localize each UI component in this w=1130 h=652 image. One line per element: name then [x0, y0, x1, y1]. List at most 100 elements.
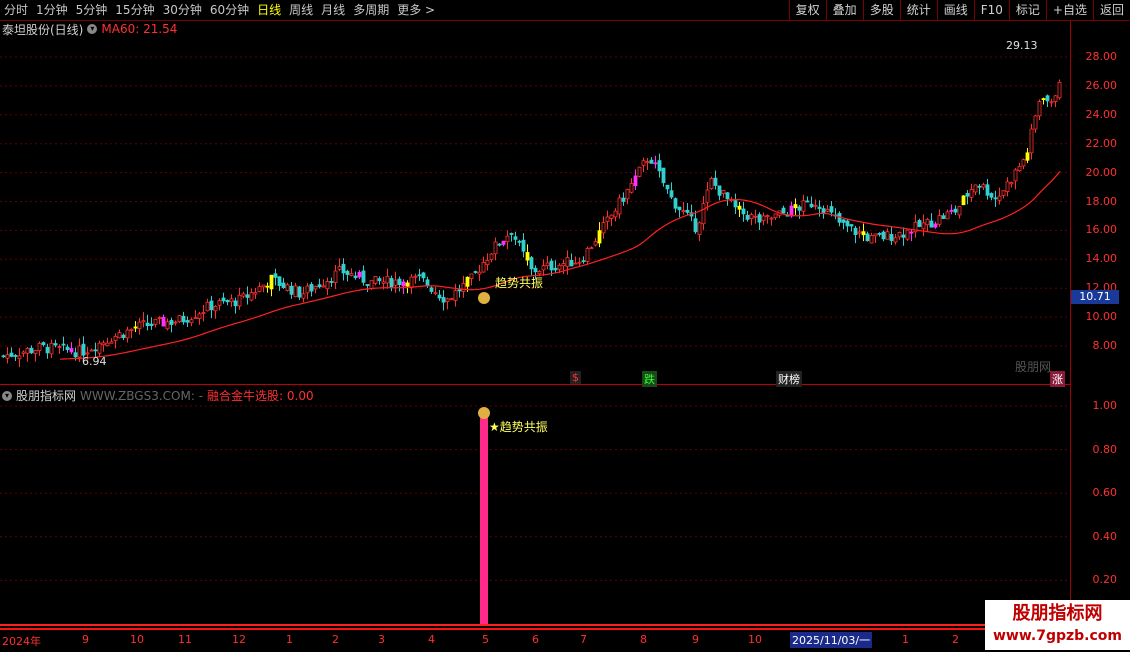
- candle-body: [1025, 152, 1030, 161]
- site-watermark: 股朋指标网 www.7gpzb.com: [985, 600, 1130, 650]
- candle-body: [945, 211, 950, 220]
- candle-body: [745, 214, 750, 220]
- dropdown-icon[interactable]: ▾: [2, 390, 12, 401]
- candle-body: [357, 271, 362, 278]
- candle-body: [317, 284, 322, 288]
- candle-body: [601, 222, 606, 234]
- candle-body: [157, 317, 162, 319]
- time-axis-label: 2024年: [2, 635, 41, 648]
- candle-body: [1, 355, 6, 358]
- candle-body: [881, 231, 886, 240]
- candle-body: [149, 323, 154, 326]
- price-axis: 28.00 26.00 24.00 22.00 20.00 18.00 16.00 14.00…: [1070, 21, 1130, 628]
- event-tag[interactable]: 涨: [1050, 371, 1065, 387]
- candle-body: [961, 195, 966, 206]
- panel-divider[interactable]: [0, 384, 1070, 385]
- candle-body: [245, 294, 250, 298]
- candle-body: [9, 352, 14, 357]
- price-axis-label: 8.00: [1092, 339, 1118, 352]
- candle-body: [401, 281, 406, 287]
- candle-body: [901, 234, 906, 238]
- candle-body: [181, 315, 186, 323]
- candle-body: [41, 342, 46, 346]
- candle-body: [141, 320, 146, 323]
- candle-body: [949, 209, 954, 212]
- candle-body: [573, 262, 578, 265]
- candle-body: [613, 210, 618, 218]
- candle-body: [753, 215, 758, 218]
- candle-body: [721, 190, 726, 194]
- candle-body: [641, 160, 646, 166]
- candle-body: [685, 209, 690, 213]
- candle-body: [421, 272, 426, 279]
- candle-body: [337, 266, 342, 270]
- candle-body: [253, 292, 258, 295]
- price-axis-label: 14.00: [1085, 252, 1118, 266]
- candle-body: [525, 252, 530, 261]
- time-axis-label: 4: [428, 633, 435, 646]
- price-chart[interactable]: 29.13 6.94 趋势共振 ★趋势共振: [0, 0, 1070, 628]
- candle-body: [997, 195, 1002, 201]
- candle-body: [409, 276, 414, 289]
- candle-body: [325, 281, 330, 290]
- candle-body: [269, 274, 274, 290]
- candle-body: [17, 355, 22, 360]
- candle-body: [561, 263, 566, 267]
- candle-body: [969, 189, 974, 198]
- candle-body: [153, 318, 158, 325]
- candle-body: [65, 346, 70, 351]
- candle-body: [717, 185, 722, 196]
- candle-body: [937, 215, 942, 225]
- candle-body: [485, 259, 490, 266]
- candle-body: [405, 282, 410, 287]
- candle-body: [985, 184, 990, 196]
- time-axis-label: 5: [482, 633, 489, 646]
- candle-body: [273, 273, 278, 278]
- candle-body: [469, 273, 474, 279]
- candle-body: [257, 286, 262, 292]
- candle-body: [385, 275, 390, 284]
- event-tag[interactable]: $: [570, 371, 581, 384]
- candle-body: [53, 343, 58, 346]
- candle-body: [1017, 165, 1022, 172]
- time-axis-label: 10: [130, 633, 144, 646]
- candle-body: [897, 232, 902, 238]
- toolbar-button[interactable]: 返回: [1092, 0, 1130, 20]
- candle-body: [865, 233, 870, 242]
- candle-body: [585, 248, 590, 262]
- candle-body: [393, 279, 398, 286]
- candle-body: [417, 274, 422, 277]
- event-tag[interactable]: 财榜: [776, 371, 802, 387]
- price-axis-label: 16.00: [1085, 223, 1118, 237]
- candle-body: [161, 316, 166, 327]
- candle-body: [809, 203, 814, 208]
- candle-body: [5, 354, 10, 359]
- price-axis-label: 18.00: [1085, 194, 1118, 208]
- candle-body: [225, 300, 230, 303]
- candle-body: [493, 241, 498, 255]
- candle-body: [769, 217, 774, 220]
- indicator-title-row: ▾ 股朋指标网 WWW.ZBGS3.COM: - 融合金牛选股: 0.00: [2, 387, 314, 404]
- candle-body: [817, 206, 822, 209]
- indicator-axis-label: 1.00: [1092, 399, 1118, 412]
- time-axis-label: 2: [332, 633, 339, 646]
- time-axis-label: 1: [286, 633, 293, 646]
- candle-body: [193, 317, 198, 319]
- candle-body: [45, 346, 50, 354]
- candle-body: [349, 273, 354, 276]
- candle-body: [489, 253, 494, 261]
- event-tag[interactable]: 跌: [642, 371, 657, 387]
- candle-body: [129, 328, 134, 331]
- candle-body: [789, 205, 794, 217]
- candle-body: [481, 262, 486, 273]
- candle-body: [845, 220, 850, 227]
- candle-body: [893, 237, 898, 243]
- high-price-label: 29.13: [1006, 39, 1038, 52]
- time-axis-label: 8: [640, 633, 647, 646]
- indicator-value: 融合金牛选股: 0.00: [207, 389, 314, 403]
- candle-body: [965, 193, 970, 197]
- candle-body: [473, 271, 478, 273]
- candle-body: [413, 275, 418, 278]
- candle-body: [341, 263, 346, 274]
- time-axis[interactable]: 2025/11/03/一 2024年 9 10 11 12 1 2 3 4 5 6 7 8 9 10 1 2: [0, 628, 1130, 652]
